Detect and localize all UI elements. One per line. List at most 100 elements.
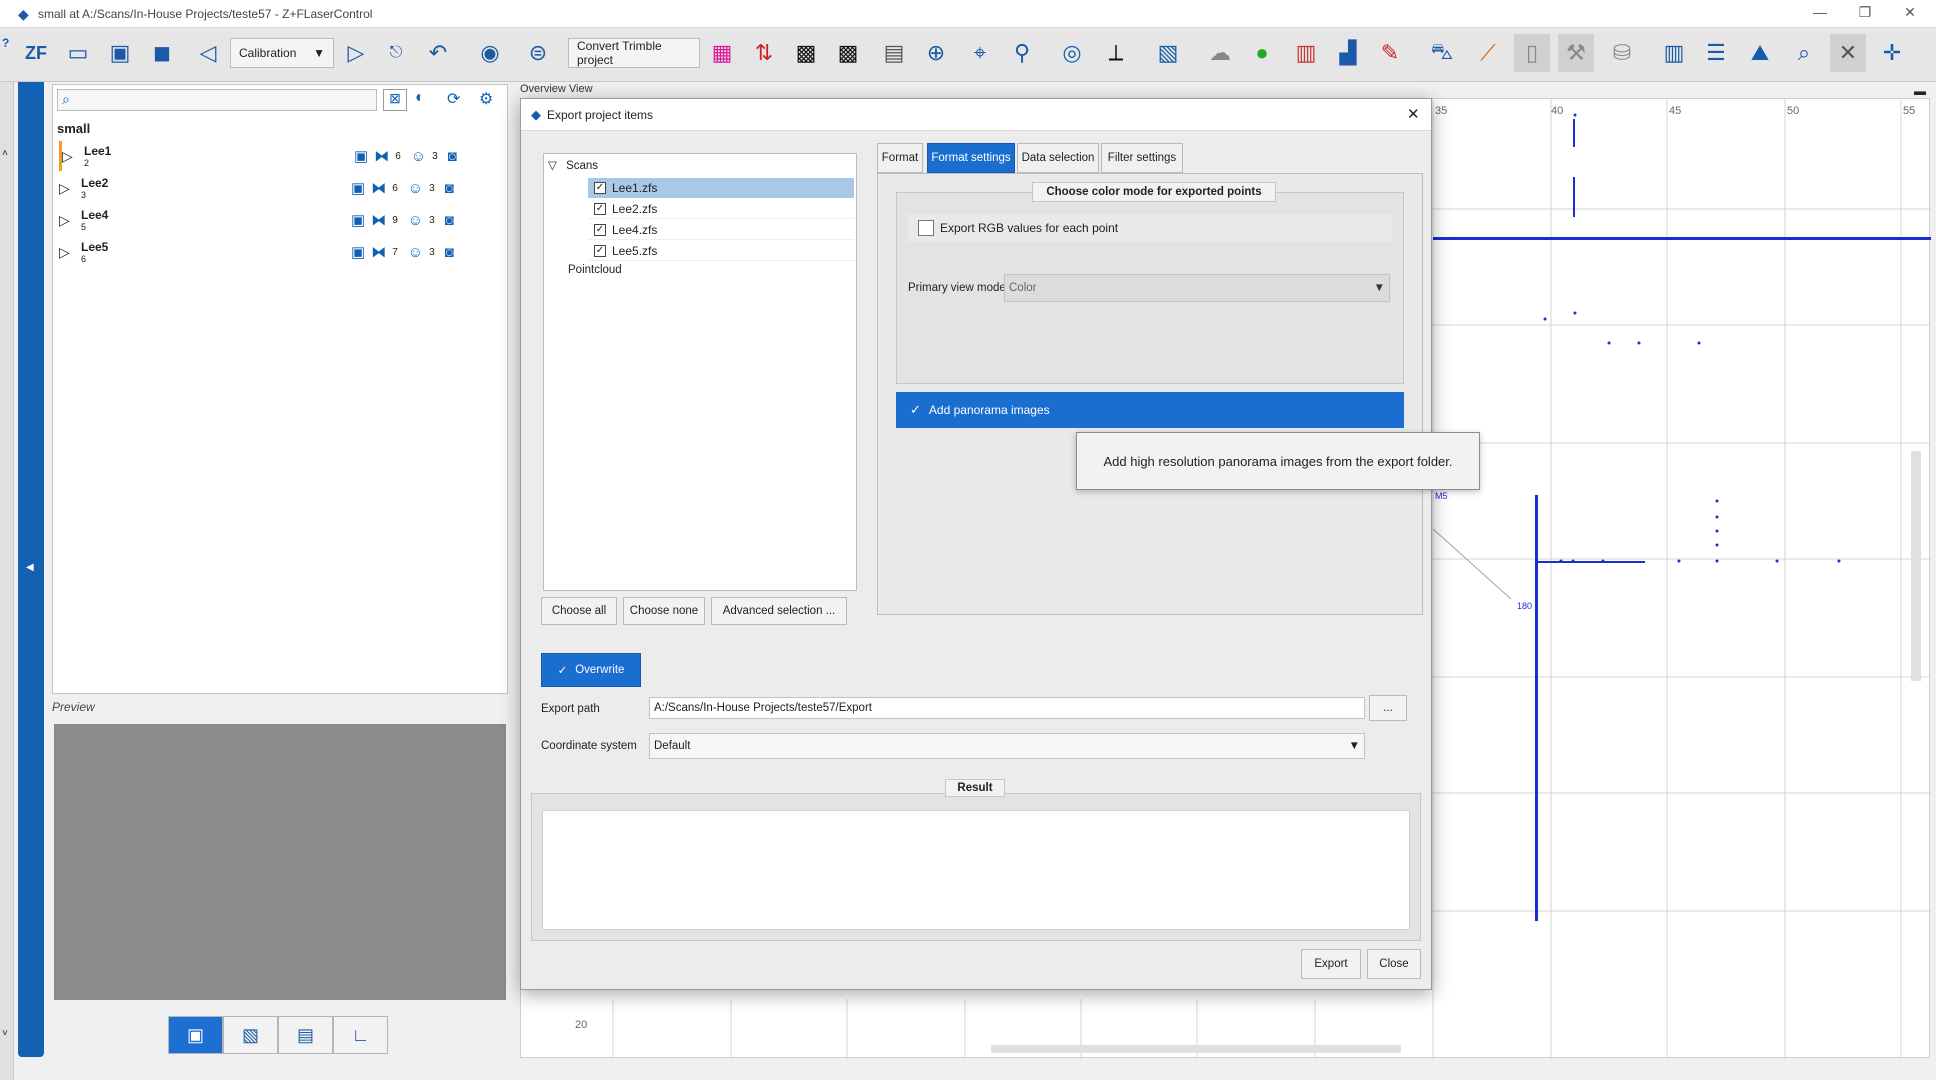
- prev-arrow-icon[interactable]: ◁: [190, 34, 226, 72]
- tab-format[interactable]: Format: [877, 143, 923, 173]
- open-folder-icon[interactable]: ▭: [60, 34, 96, 72]
- close-icon[interactable]: ✕: [1407, 105, 1420, 123]
- restore-button[interactable]: ❐: [1845, 4, 1885, 21]
- tree-item[interactable]: ✓ Lee4.zfs: [588, 220, 854, 240]
- color-bars-icon[interactable]: ▥: [1288, 34, 1324, 72]
- add-icon[interactable]: ◐: [415, 89, 425, 107]
- tab-project-icon[interactable]: ▣: [168, 1016, 223, 1054]
- tree-pointcloud[interactable]: Pointcloud: [568, 264, 622, 276]
- move-icon[interactable]: ✛: [1874, 34, 1910, 72]
- panels-icon[interactable]: ▥: [1656, 34, 1692, 72]
- play-icon[interactable]: ◉: [472, 34, 508, 72]
- bucket-icon[interactable]: ⛁: [1604, 34, 1640, 72]
- checkbox-checked-icon[interactable]: ✓: [594, 182, 606, 194]
- tab-filter-settings[interactable]: Filter settings: [1101, 143, 1183, 173]
- scan-row[interactable]: ▷ Lee2 3 ▣ ⧓ 6 ☺ 3 ◙: [59, 173, 499, 203]
- tree-item[interactable]: ✓ Lee2.zfs: [588, 199, 854, 219]
- undo-icon[interactable]: ↶: [420, 34, 456, 72]
- chart-icon[interactable]: ▟: [1330, 34, 1366, 72]
- sync-icon[interactable]: ⊜: [520, 34, 556, 72]
- target-icon[interactable]: ⊕: [918, 34, 954, 72]
- checker-red-icon[interactable]: ▩: [830, 34, 866, 72]
- tab-image-icon[interactable]: ▧: [223, 1016, 278, 1054]
- zoom-icon[interactable]: ⌕: [1786, 34, 1822, 72]
- expand-arrow-icon[interactable]: ▷: [59, 180, 77, 197]
- list-icon[interactable]: ☰: [1698, 34, 1734, 72]
- crosshair-icon[interactable]: ⌖: [962, 34, 998, 72]
- mountain-icon[interactable]: ⛰: [1742, 34, 1778, 72]
- clear-filter-icon[interactable]: ⊠: [383, 89, 407, 111]
- choose-none-button[interactable]: Choose none: [623, 597, 705, 625]
- expand-arrow-icon[interactable]: ▷: [59, 212, 77, 229]
- tree-root[interactable]: ▽ Scans: [548, 158, 598, 172]
- export-button[interactable]: Export: [1301, 949, 1361, 979]
- car-icon[interactable]: ⛍: [1424, 34, 1460, 72]
- rgb-checkbox-label: Export RGB values for each point: [940, 221, 1119, 235]
- choose-all-button[interactable]: Choose all: [541, 597, 617, 625]
- advanced-selection-button[interactable]: Advanced selection ...: [711, 597, 847, 625]
- coordinate-system-select[interactable]: Default ▼: [649, 733, 1365, 759]
- chevron-down-icon[interactable]: ˅: [2, 1028, 8, 1039]
- export-path-input[interactable]: A:/Scans/In-House Projects/teste57/Expor…: [649, 697, 1365, 719]
- mask-icon: ☺: [407, 243, 424, 261]
- station-icon[interactable]: ⚲: [1004, 34, 1040, 72]
- split-icon[interactable]: ⇅: [746, 34, 782, 72]
- checkbox-checked-icon[interactable]: ✓: [594, 223, 606, 236]
- scan-row[interactable]: ▷ Lee5 6 ▣ ⧓ 7 ☺ 3 ◙: [59, 237, 499, 267]
- mask-icon: ☺: [407, 179, 424, 197]
- expand-arrow-icon[interactable]: ▷: [62, 148, 80, 165]
- tree-item[interactable]: ✓ Lee5.zfs: [588, 241, 854, 261]
- expand-arrow-icon[interactable]: ▷: [59, 244, 77, 261]
- tab-graph-icon[interactable]: ∟: [333, 1016, 388, 1054]
- close-button[interactable]: Close: [1367, 949, 1421, 979]
- tab-data-selection[interactable]: Data selection: [1017, 143, 1099, 173]
- checkbox-checked-icon[interactable]: ✓: [594, 244, 606, 257]
- project-search-input[interactable]: ⌕: [57, 89, 377, 111]
- calibration-dropdown[interactable]: Calibration ▼: [230, 38, 334, 68]
- help-icon[interactable]: ?: [2, 36, 9, 50]
- axes-icon[interactable]: ⟂: [1098, 34, 1134, 72]
- view-icon[interactable]: ◙: [445, 180, 454, 197]
- minimize-button[interactable]: —: [1800, 4, 1840, 20]
- view-icon[interactable]: ◙: [445, 212, 454, 229]
- image-stack-icon[interactable]: ▧: [1150, 34, 1186, 72]
- checkbox-unchecked-icon[interactable]: [918, 220, 934, 236]
- convert-trimble-button[interactable]: Convert Trimble project: [568, 38, 700, 68]
- scan-number: 2: [84, 158, 90, 168]
- tool-icon[interactable]: ⚒: [1558, 34, 1594, 72]
- measure-icon[interactable]: ⟋: [1470, 34, 1506, 72]
- rgb-checkbox-row[interactable]: Export RGB values for each point: [908, 214, 1392, 242]
- refresh-icon[interactable]: ⟳: [447, 89, 460, 109]
- next-arrow-icon[interactable]: ▷: [338, 34, 374, 72]
- ring-icon[interactable]: ◎: [1054, 34, 1090, 72]
- close-window-button[interactable]: ✕: [1890, 4, 1930, 21]
- stack-icon[interactable]: ◼: [144, 34, 180, 72]
- cloud-icon[interactable]: ☁: [1202, 34, 1238, 72]
- overwrite-toggle[interactable]: ✓ Overwrite: [541, 653, 641, 687]
- view-icon[interactable]: ◙: [445, 244, 454, 261]
- panel-menu-icon[interactable]: ▬: [1914, 84, 1926, 98]
- document-icon[interactable]: ▤: [876, 34, 912, 72]
- chevron-up-icon[interactable]: ˄: [2, 148, 8, 159]
- color-circles-icon[interactable]: ●: [1244, 34, 1280, 72]
- browse-button[interactable]: ...: [1369, 695, 1407, 721]
- window-icon[interactable]: ▣: [102, 34, 138, 72]
- scan-name: Lee2: [81, 176, 109, 190]
- checkbox-checked-icon[interactable]: ✓: [594, 202, 606, 215]
- cross-icon[interactable]: ✕: [1830, 34, 1866, 72]
- view-icon[interactable]: ◙: [448, 148, 457, 165]
- palette-icon[interactable]: ✎: [1372, 34, 1408, 72]
- tree-item[interactable]: ✓ Lee1.zfs: [588, 178, 854, 198]
- scan-row[interactable]: ▷ Lee4 5 ▣ ⧓ 9 ☺ 3 ◙: [59, 205, 499, 235]
- side-panel-toggle[interactable]: ◀: [18, 82, 44, 1057]
- add-panorama-checkbox[interactable]: ✓ Add panorama images: [896, 392, 1404, 428]
- primary-view-mode-select[interactable]: Color ▼: [1004, 274, 1390, 302]
- get-xml-icon[interactable]: ▦: [704, 34, 740, 72]
- tab-document-icon[interactable]: ▤: [278, 1016, 333, 1054]
- tab-format-settings[interactable]: Format settings: [927, 143, 1015, 173]
- esc-icon[interactable]: ⎋: [378, 34, 414, 72]
- gear-icon[interactable]: ⚙: [479, 89, 493, 109]
- phone-icon[interactable]: ▯: [1514, 34, 1550, 72]
- checker-icon[interactable]: ▩: [788, 34, 824, 72]
- scan-row[interactable]: ▷ Lee1 2 ▣ ⧓ 6 ☺ 3 ◙: [59, 141, 499, 171]
